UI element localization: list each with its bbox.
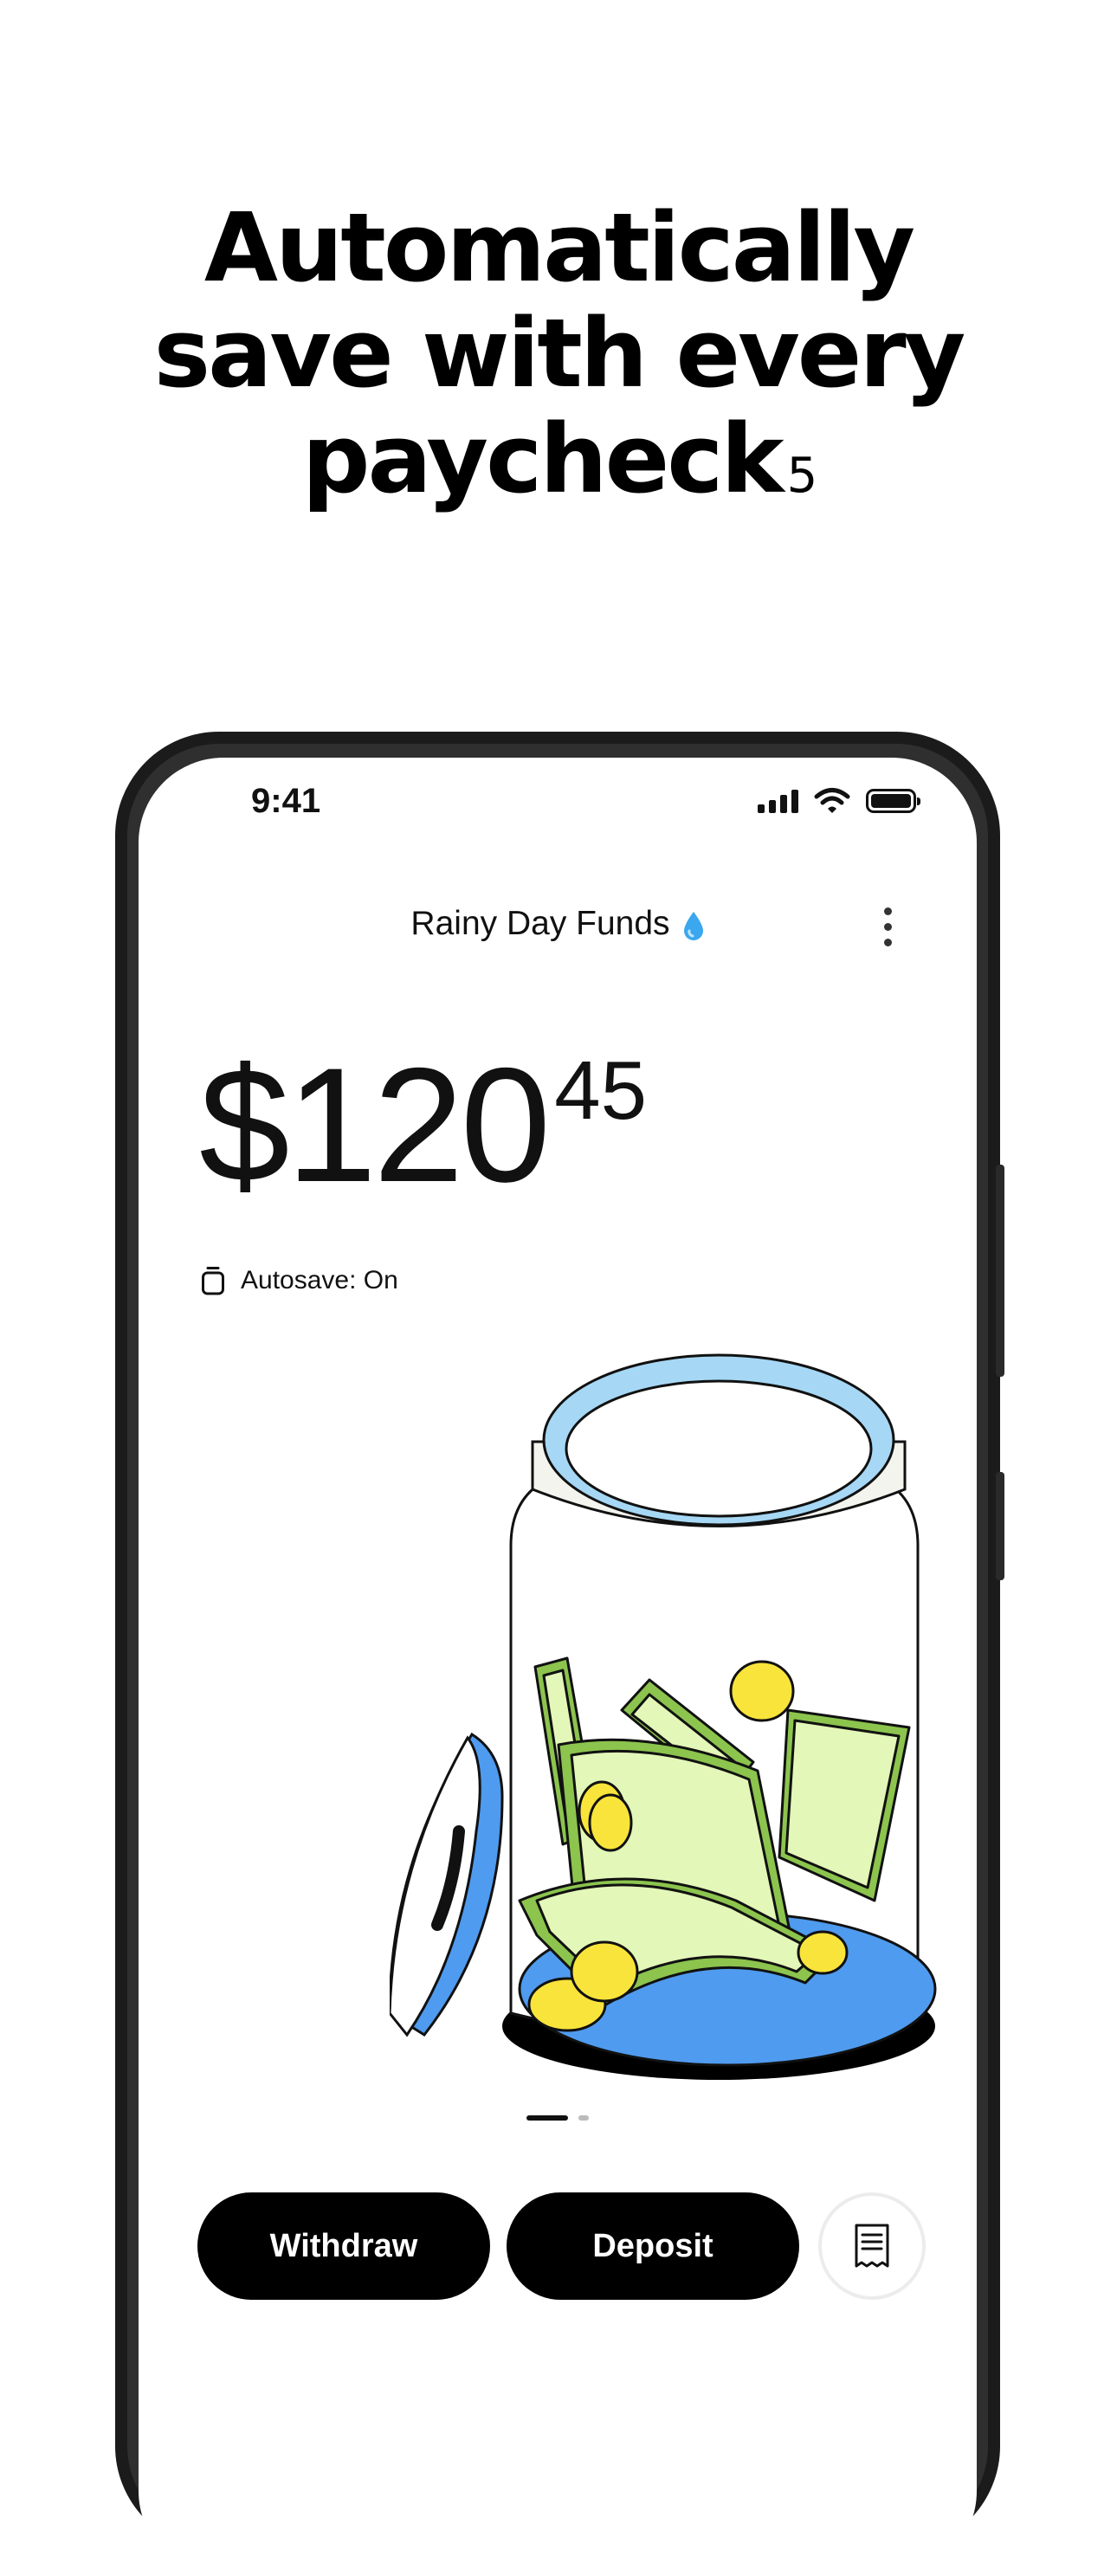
battery-icon	[866, 789, 920, 813]
promo-headline: Automatically save with every paycheck 5	[0, 195, 1117, 512]
balance-dollars: $120	[199, 1034, 551, 1216]
phone-side-button-1	[996, 1165, 1004, 1377]
account-title-text: Rainy Day Funds	[410, 905, 670, 942]
phone-side-button-2	[996, 1472, 1004, 1580]
signal-icon	[758, 789, 798, 813]
autosave-label: Autosave: On	[241, 1266, 398, 1294]
page-indicator	[139, 2115, 977, 2121]
headline-line-1: Automatically	[203, 192, 915, 303]
status-time: 9:41	[251, 782, 321, 820]
account-title: Rainy Day Funds	[139, 905, 977, 943]
autosave-status[interactable]: Autosave: On	[201, 1266, 398, 1295]
balance-amount: $12045	[199, 1043, 647, 1206]
headline-line-3-text: paycheck	[301, 404, 784, 514]
withdraw-button[interactable]: Withdraw	[197, 2192, 490, 2300]
headline-line-2: save with every	[153, 298, 966, 409]
receipt-icon	[855, 2224, 889, 2268]
jar-icon	[202, 1267, 224, 1295]
deposit-button[interactable]: Deposit	[507, 2192, 799, 2300]
receipt-button[interactable]	[818, 2192, 926, 2300]
water-drop-icon	[683, 911, 703, 940]
status-icons	[758, 784, 920, 818]
headline-line-3: paycheck 5	[0, 406, 1117, 512]
page-dot[interactable]	[578, 2115, 589, 2121]
wifi-icon	[814, 788, 850, 813]
more-options-button[interactable]	[870, 901, 905, 952]
footnote-marker: 5	[786, 448, 818, 504]
page-dot-active[interactable]	[526, 2115, 568, 2121]
balance-cents: 45	[554, 1044, 648, 1137]
phone-screen: 9:41 Rainy Day Funds $12045 Autosave: On	[139, 758, 977, 2576]
savings-jar-illustration	[390, 1353, 937, 2080]
